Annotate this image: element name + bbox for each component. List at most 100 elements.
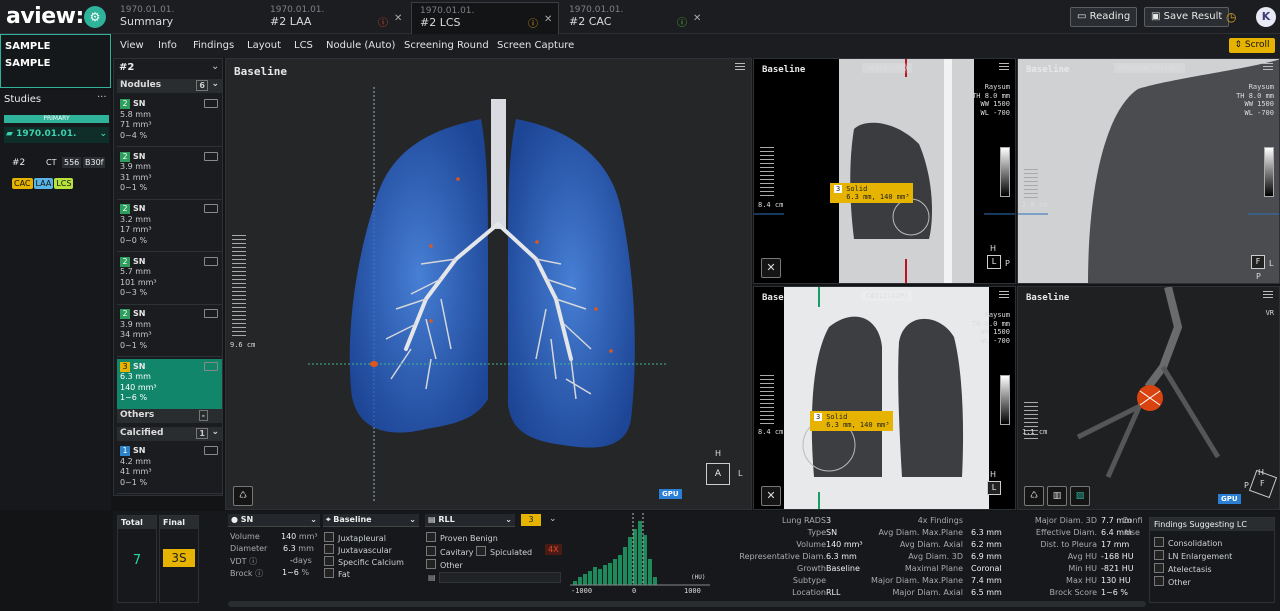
nodule-number: 3 [834, 185, 843, 193]
viewer-vr[interactable]: Baseline VR 1.1 cm ♺ ▥ ▨ GPU P H F [1017, 286, 1280, 510]
tab-laa[interactable]: 1970.01.01. #2 LAA ⓘ ✕ [262, 2, 410, 34]
save-result-button[interactable]: ▣ Save Result [1144, 7, 1230, 27]
calcified-group-header[interactable]: Calcified 1 ⌄ [117, 427, 222, 441]
orient-cube[interactable]: F [1251, 255, 1265, 269]
juxtapleural-checkbox[interactable]: Juxtapleural [324, 532, 386, 543]
app-menu-icon[interactable]: ⚙ [84, 6, 106, 28]
nodule-label[interactable]: 3 Solid 6.3 mm, 140 mm³ [810, 411, 894, 431]
reading-label: Reading [1089, 11, 1131, 22]
others-group-header[interactable]: Others - [117, 409, 222, 423]
fat-checkbox[interactable]: Fat [324, 568, 350, 579]
avatar[interactable]: K [1256, 7, 1276, 27]
nodule-edit-icon[interactable] [204, 99, 218, 108]
consolidation-checkbox[interactable]: Consolidation [1154, 537, 1222, 548]
atelectasis-checkbox[interactable]: Atelectasis [1154, 563, 1212, 574]
location-select[interactable]: ▤ RLL ⌄ [425, 514, 515, 527]
nodule-edit-icon[interactable] [204, 204, 218, 213]
nodule-diameter: 5.8 [120, 109, 133, 119]
help-icon[interactable]: ⓘ [249, 557, 257, 566]
menu-findings[interactable]: Findings [193, 40, 234, 51]
reading-button[interactable]: ▭ Reading [1070, 7, 1138, 27]
tab-lcs[interactable]: 1970.01.01. #2 LCS ⓘ ✕ [411, 2, 559, 34]
close-tab-icon[interactable]: ✕ [544, 14, 552, 25]
nodule-number: 3 [814, 413, 823, 421]
detail-label: Major Diam. Max.Plane [871, 576, 963, 585]
other-finding-checkbox[interactable]: Other [1154, 576, 1191, 587]
nodule-edit-icon[interactable] [204, 256, 218, 266]
type-select[interactable]: ● SN ⌄ [228, 514, 320, 527]
unit: % [139, 130, 148, 140]
nodule-edit-icon[interactable] [204, 361, 218, 371]
spiculated-checkbox[interactable]: Spiculated [476, 546, 532, 557]
menu-screening-round[interactable]: Screening Round [404, 40, 489, 51]
study-date-row[interactable]: ▰ 1970.01.01. ⌄ [4, 127, 109, 143]
tab-cac[interactable]: 1970.01.01. #2 CAC ⓘ ✕ [561, 2, 709, 34]
horizontal-scrollbar[interactable] [228, 601, 1146, 607]
more-icon[interactable]: ··· [97, 92, 107, 103]
nodule-list-item[interactable]: 2 SN 5.7 mm 101 mm³ 0~3 % [117, 254, 222, 305]
calcified-nodule-item[interactable]: 1 SN 4.2 mm 41 mm³ 0~1 % [117, 443, 222, 494]
cavitary-checkbox[interactable]: Cavitary [426, 546, 474, 557]
nodule-edit-icon[interactable] [204, 309, 218, 318]
menu-nodule-auto[interactable]: Nodule (Auto) [326, 40, 395, 51]
timepoint-select[interactable]: ⌖ Baseline ⌄ [323, 514, 419, 527]
close-tab-icon[interactable]: ✕ [394, 13, 402, 24]
comment-input[interactable] [439, 572, 561, 583]
proven-benign-checkbox[interactable]: Proven Benign [426, 532, 498, 543]
chevron-down-icon[interactable]: ⌄ [549, 514, 557, 524]
ln-enlargement-checkbox[interactable]: LN Enlargement [1154, 550, 1232, 561]
patient-card[interactable]: SAMPLE SAMPLE [0, 34, 111, 88]
menu-view[interactable]: View [120, 40, 144, 51]
viewer-menu-icon[interactable] [999, 291, 1009, 298]
viewer-3d-lungs[interactable]: Baseline 9.6 cm H A L ♺ GPU [225, 58, 752, 510]
help-icon[interactable]: ⓘ [255, 569, 263, 578]
menu-screen-capture[interactable]: Screen Capture [497, 40, 574, 51]
menu-lcs[interactable]: LCS [294, 40, 313, 51]
nodules-group-header[interactable]: Nodules 6 ⌄ [117, 79, 222, 93]
viewer-sagittal[interactable]: Baseline S#420(L2R) Raysum TH 8.0 mm WW 15… [753, 58, 1016, 284]
chip-laa[interactable]: LAA [33, 178, 54, 189]
scroll-button[interactable]: ⇕ Scroll [1229, 38, 1275, 53]
comment-icon[interactable]: ▤ [428, 573, 436, 582]
scale-label: 1.1 cm [1022, 428, 1048, 436]
nodule-type: Solid [846, 185, 868, 193]
orient-cube[interactable]: L [987, 481, 1001, 495]
nodule-size: 6.3 mm, 140 mm³ [826, 421, 890, 429]
layers-icon[interactable]: ▥ [1047, 486, 1067, 506]
orient-cube-a[interactable]: A [706, 463, 730, 485]
tab-summary[interactable]: 1970.01.01. Summary [112, 2, 260, 34]
viewer-menu-icon[interactable] [1263, 291, 1273, 298]
detail-value: 130 HU [1101, 576, 1131, 585]
nodule-edit-icon[interactable] [204, 446, 218, 455]
menu-info[interactable]: Info [158, 40, 177, 51]
tools-icon[interactable]: ✕ [761, 486, 781, 506]
nodule-list-item[interactable]: 2 SN 3.9 mm 31 mm³ 0~1 % [117, 149, 222, 200]
juxtavascular-checkbox[interactable]: Juxtavascular [324, 544, 392, 555]
scroll-label: Scroll [1244, 40, 1270, 50]
nodule-list-item[interactable]: 2 SN 3.2 mm 17 mm³ 0~0 % [117, 201, 222, 252]
chevron-down-icon[interactable]: ⌄ [211, 61, 219, 72]
lung-icon[interactable]: ♺ [1024, 486, 1044, 506]
other-checkbox[interactable]: Other [426, 559, 463, 570]
viewer-axial[interactable]: Baseline #389/A#168(F2H) Raysum TH 8.0 mm… [1017, 58, 1280, 284]
chip-cac[interactable]: CAC [12, 178, 33, 189]
nodule-edit-icon[interactable] [204, 151, 218, 161]
viewer-menu-icon[interactable] [1263, 63, 1273, 70]
chip-lcs[interactable]: LCS [54, 178, 74, 189]
viewer-menu-icon[interactable] [999, 63, 1009, 70]
viewer-coronal[interactable]: Baseline C#312(A2P) Raysum TH 8.0 mm WW 15… [753, 286, 1016, 510]
nodule-list-item[interactable]: 2 SN 5.8 mm 71 mm³ 0~4 % [117, 96, 222, 147]
menu-layout[interactable]: Layout [247, 40, 281, 51]
timer-icon[interactable]: ◷ [1226, 10, 1236, 24]
scale-label: 8.4 cm [758, 201, 784, 209]
tools-icon[interactable]: ✕ [761, 258, 781, 278]
detail-value: -821 HU [1101, 564, 1134, 573]
lung-icon[interactable]: ♺ [233, 486, 253, 506]
orient-cube[interactable]: L [987, 255, 1001, 269]
nodule-list-item[interactable]: 2 SN 3.9 mm 34 mm³ 0~1 % [117, 306, 222, 357]
nodule-list-item[interactable]: 3 SN 6.3 mm 140 mm³ 1~6 % [117, 358, 222, 410]
specific-calcium-checkbox[interactable]: Specific Calcium [324, 556, 404, 567]
nodule-label[interactable]: 3 Solid 6.3 mm, 140 mm³ [830, 183, 914, 203]
close-tab-icon[interactable]: ✕ [693, 13, 701, 24]
lobe-icon[interactable]: ▨ [1070, 486, 1090, 506]
